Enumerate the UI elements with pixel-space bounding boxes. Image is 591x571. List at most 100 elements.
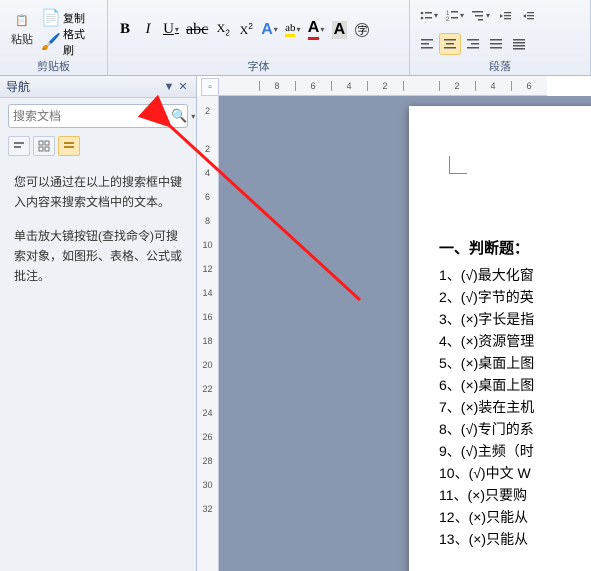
doc-line: 3、(×)字长是指 — [439, 308, 591, 330]
doc-line: 1、(√)最大化窗 — [439, 264, 591, 286]
ruler-tick: 12 — [202, 264, 212, 274]
subscript-button[interactable]: X2 — [212, 19, 234, 41]
doc-line: 4、(×)资源管理 — [439, 330, 591, 352]
doc-line: 9、(√)主频（时 — [439, 440, 591, 462]
search-icon[interactable]: 🔍 — [168, 108, 190, 124]
ruler-tick: 14 — [202, 288, 212, 298]
ruler-tick: 24 — [202, 408, 212, 418]
ruler-tick: 18 — [202, 336, 212, 346]
ruler-tick: 2 — [439, 81, 475, 91]
document-area: ▫ 8642246 22468101214161820222426283032 … — [197, 76, 591, 571]
doc-body: 22468101214161820222426283032 一、判断题： 1、(… — [197, 96, 591, 571]
results-icon — [63, 140, 75, 152]
format-painter-button[interactable]: 🖌️ 格式刷 — [40, 31, 96, 53]
page-content: 一、判断题： 1、(√)最大化窗2、(√)字节的英3、(×)字长是指4、(×)资… — [439, 176, 591, 550]
strike-button[interactable]: abc — [183, 19, 211, 41]
ruler-tick: 22 — [202, 384, 212, 394]
group-label-clipboard: 剪贴板 — [6, 57, 101, 74]
paste-icon: 📋 — [14, 13, 30, 29]
doc-line: 8、(√)专门的系 — [439, 418, 591, 440]
group-label-para: 段落 — [416, 57, 584, 74]
nav-dropdown-icon[interactable]: ▼ — [162, 81, 176, 93]
nav-tab-headings[interactable] — [8, 136, 30, 156]
page-viewport[interactable]: 一、判断题： 1、(√)最大化窗2、(√)字节的英3、(×)字长是指4、(×)资… — [219, 96, 591, 571]
nav-tabs — [0, 134, 196, 162]
ruler-tick: 2 — [367, 81, 403, 91]
ruler-tick: 32 — [202, 504, 212, 514]
doc-line: 10、(√)中文 W — [439, 462, 591, 484]
highlight-button[interactable]: ab▾ — [282, 19, 304, 41]
ruler-tick: 20 — [202, 360, 212, 370]
nav-header: 导航 ▼ ✕ — [0, 76, 196, 98]
ribbon-group-font: B I U▾ abc X2 X2 A▾ ab▾ A▾ A 字 字体 — [108, 0, 410, 75]
print-layout-toggle[interactable]: ▫ — [201, 78, 219, 96]
search-input[interactable] — [13, 109, 168, 123]
char-shading-button[interactable]: A — [328, 19, 350, 41]
indent-dec-button[interactable] — [494, 5, 516, 27]
brush-icon: 🖌️ — [43, 34, 59, 50]
font-color-button[interactable]: A▾ — [305, 19, 328, 41]
ruler-tick: 2 — [205, 106, 210, 116]
ribbon-group-clipboard: 📋 粘贴 📄 复制 🖌️ 格式刷 剪贴板 — [0, 0, 108, 75]
format-label: 格式刷 — [63, 26, 93, 58]
page: 一、判断题： 1、(√)最大化窗2、(√)字节的英3、(×)字长是指4、(×)资… — [409, 106, 591, 571]
copy-icon: 📄 — [43, 10, 59, 26]
ruler-tick: 4 — [205, 168, 210, 178]
pages-icon — [38, 140, 50, 152]
doc-line: 5、(×)桌面上图 — [439, 352, 591, 374]
align-justify-button[interactable] — [485, 33, 507, 55]
nav-tab-pages[interactable] — [33, 136, 55, 156]
ruler-tick: 26 — [202, 432, 212, 442]
doc-line: 13、(×)只能从 — [439, 528, 591, 550]
search-dropdown-icon[interactable]: ▾ — [191, 112, 195, 121]
align-right-button[interactable] — [462, 33, 484, 55]
ruler-tick: 10 — [202, 240, 212, 250]
text-effects-button[interactable]: A▾ — [258, 19, 281, 41]
doc-line: 12、(×)只能从 — [439, 506, 591, 528]
bullets-button[interactable]: ▾ — [416, 5, 441, 27]
workspace: 导航 ▼ ✕ 🔍 ▾ 您可以通过在以上的搜索框中键入内容来搜索文档中的文本。 单… — [0, 76, 591, 571]
ruler-tick: 6 — [205, 192, 210, 202]
headings-icon — [13, 140, 25, 152]
group-label-font: 字体 — [114, 57, 403, 74]
nav-close-icon[interactable]: ✕ — [176, 80, 190, 93]
nav-help: 您可以通过在以上的搜索框中键入内容来搜索文档中的文本。 单击放大镜按钮(查找命令… — [0, 162, 196, 310]
bold-button[interactable]: B — [114, 19, 136, 41]
enclose-char-button[interactable]: 字 — [351, 19, 373, 41]
doc-line: 7、(×)装在主机 — [439, 396, 591, 418]
indent-inc-button[interactable] — [517, 5, 539, 27]
ruler-tick: 2 — [205, 144, 210, 154]
vertical-ruler[interactable]: 22468101214161820222426283032 — [197, 96, 219, 571]
paste-label: 粘贴 — [11, 31, 33, 47]
multilevel-button[interactable]: ▾ — [468, 5, 493, 27]
align-distribute-button[interactable] — [508, 33, 530, 55]
doc-line: 11、(×)只要购 — [439, 484, 591, 506]
doc-heading: 一、判断题： — [439, 238, 591, 260]
nav-help-text-1: 您可以通过在以上的搜索框中键入内容来搜索文档中的文本。 — [14, 172, 182, 212]
italic-button[interactable]: I — [137, 19, 159, 41]
horizontal-ruler[interactable]: 8642246 — [219, 76, 547, 96]
underline-button[interactable]: U▾ — [160, 19, 182, 41]
ruler-tick: 30 — [202, 480, 212, 490]
nav-tab-results[interactable] — [58, 136, 80, 156]
superscript-button[interactable]: X2 — [235, 19, 257, 41]
paste-button[interactable]: 📋 粘贴 — [6, 10, 38, 50]
doc-line: 6、(×)桌面上图 — [439, 374, 591, 396]
numbering-button[interactable]: 12▾ — [442, 5, 467, 27]
ruler-tick — [403, 81, 439, 91]
ruler-tick: 6 — [511, 81, 547, 91]
svg-text:2: 2 — [446, 17, 450, 23]
nav-title: 导航 — [6, 78, 30, 95]
ribbon: 📋 粘贴 📄 复制 🖌️ 格式刷 剪贴板 B I U▾ abc — [0, 0, 591, 76]
nav-search: 🔍 ▾ — [8, 104, 188, 128]
nav-help-text-2: 单击放大镜按钮(查找命令)可搜索对象，如图形、表格、公式或批注。 — [14, 226, 182, 286]
ruler-tick: 6 — [295, 81, 331, 91]
align-left-button[interactable] — [416, 33, 438, 55]
ruler-tick: 28 — [202, 456, 212, 466]
ruler-tick: 8 — [259, 81, 295, 91]
doc-line: 2、(√)字节的英 — [439, 286, 591, 308]
ruler-tick: 8 — [205, 216, 210, 226]
align-center-button[interactable] — [439, 33, 461, 55]
navigation-pane: 导航 ▼ ✕ 🔍 ▾ 您可以通过在以上的搜索框中键入内容来搜索文档中的文本。 单… — [0, 76, 197, 571]
ruler-tick: 4 — [475, 81, 511, 91]
